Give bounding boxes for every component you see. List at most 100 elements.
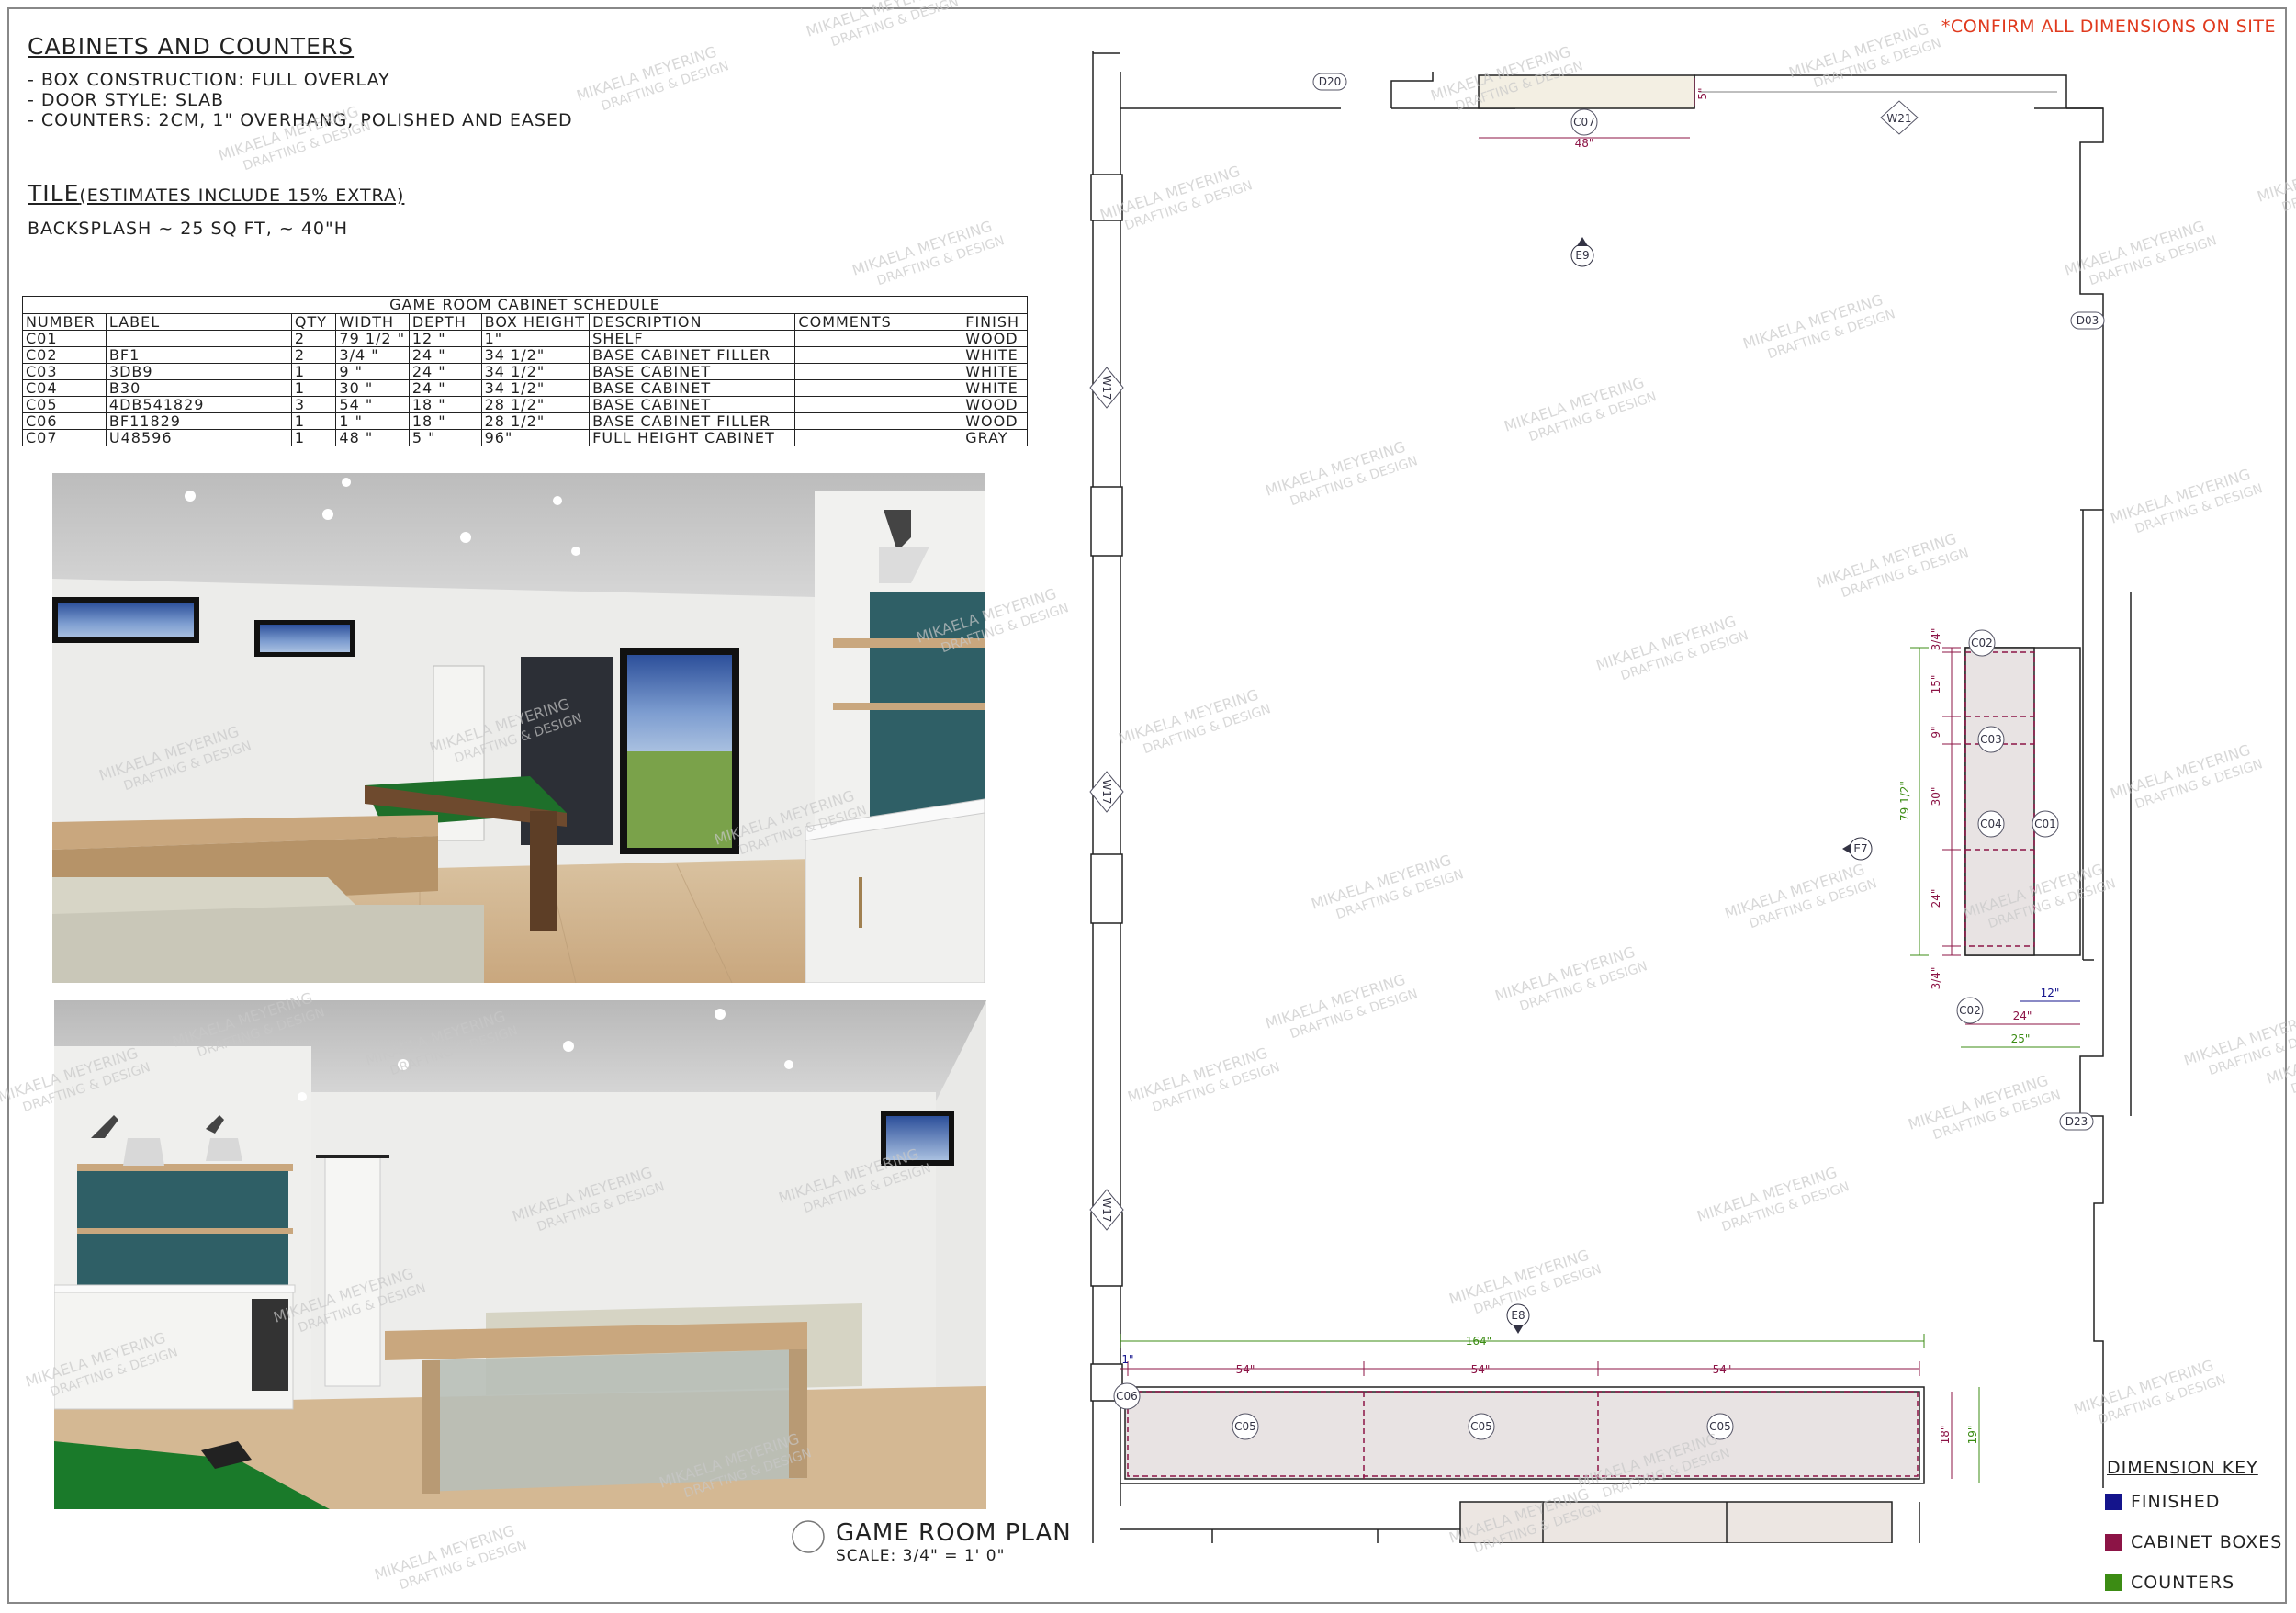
- note-box-construction: - Box construction: full overlay: [28, 70, 390, 90]
- cabinets-heading: Cabinets and Counters: [28, 33, 355, 60]
- col-depth: Depth: [408, 313, 482, 331]
- schedule-cell: Shelf: [589, 330, 796, 347]
- key-row-cabinet-boxes: Cabinet Boxes: [2105, 1532, 2282, 1552]
- schedule-cell: 54 ": [335, 396, 410, 413]
- tag-c03: C03: [1980, 733, 2002, 746]
- backsplash-note: Backsplash ~ 25 sq ft, ~ 40"H: [28, 219, 349, 239]
- col-width: Width: [335, 313, 410, 331]
- schedule-cell: 34 1/2": [480, 346, 591, 364]
- schedule-cell: Wood: [962, 396, 1028, 413]
- dimension-key-title: Dimension Key: [2107, 1458, 2258, 1478]
- rendering-bar-view: [54, 1000, 986, 1509]
- tag-w17-a: W17: [1100, 375, 1113, 400]
- col-finish: Finish: [962, 313, 1028, 331]
- dim-right-9: 9": [1930, 726, 1942, 738]
- schedule-cell: C07: [22, 429, 107, 446]
- schedule-cell: [794, 412, 963, 430]
- schedule-body: C01 2 79 1/2 " 12 " 1" Shelf Wood C02 BF1 2 3/4 " 2…: [22, 330, 1028, 446]
- schedule-cell: BF1: [105, 346, 292, 364]
- tag-w17-b: W17: [1100, 779, 1113, 804]
- schedule-cell: 1: [290, 429, 337, 446]
- tag-c07: C07: [1573, 116, 1595, 129]
- schedule-cell: 2: [290, 330, 337, 347]
- dim-right-25: 25": [2011, 1032, 2031, 1045]
- schedule-cell: 48 ": [335, 429, 410, 446]
- schedule-cell: [105, 330, 292, 347]
- schedule-cell: C02: [22, 346, 107, 364]
- schedule-cell: Wood: [962, 412, 1028, 430]
- schedule-cell: 3/4 ": [335, 346, 410, 364]
- tag-c06: C06: [1116, 1390, 1138, 1403]
- tag-c02-bottom: C02: [1959, 1004, 1981, 1017]
- col-number: Number: [22, 313, 107, 331]
- schedule-cell: C06: [22, 412, 107, 430]
- col-comments: Comments: [794, 313, 963, 331]
- schedule-cell: Base Cabinet Filler: [589, 346, 796, 364]
- schedule-cell: [794, 429, 963, 446]
- schedule-cell: Base Cabinet Filler: [589, 412, 796, 430]
- key-row-counters: Counters: [2105, 1573, 2234, 1593]
- dim-right-24: 24": [1930, 889, 1942, 908]
- dim-right-total: 79 1/2": [1898, 781, 1911, 821]
- schedule-cell: B30: [105, 379, 292, 397]
- key-label-finished: Finished: [2131, 1492, 2221, 1512]
- plan-scale: Scale: 3/4" = 1' 0": [836, 1547, 1006, 1565]
- tag-c05-a: C05: [1234, 1420, 1256, 1433]
- note-counters: - Counters: 2cm, 1" overhang, polished a…: [28, 110, 573, 130]
- cabinet-schedule-table: Game Room Cabinet Schedule Number Label …: [22, 296, 1028, 446]
- plan-title: Game Room Plan: [836, 1519, 1072, 1547]
- schedule-cell: 4DB541829: [105, 396, 292, 413]
- schedule-cell: 2: [290, 346, 337, 364]
- tag-e9: E9: [1575, 249, 1589, 262]
- dim-bottom-19: 19": [1966, 1426, 1979, 1445]
- watermark-line2: DRAFTING & DESIGN: [2290, 1042, 2296, 1097]
- tag-d03: D03: [2077, 314, 2099, 327]
- note-door-style: - Door style: slab: [28, 90, 225, 110]
- schedule-cell: 18 ": [408, 412, 482, 430]
- schedule-cell: 1: [290, 363, 337, 380]
- tag-w17-c: W17: [1100, 1197, 1113, 1222]
- col-box-height: Box Height: [480, 313, 591, 331]
- col-label: Label: [105, 313, 292, 331]
- key-row-finished: Finished: [2105, 1492, 2220, 1512]
- schedule-cell: C04: [22, 379, 107, 397]
- dim-right-15: 15": [1930, 675, 1942, 694]
- schedule-cell: 3DB9: [105, 363, 292, 380]
- dim-right-34b: 3/4": [1930, 967, 1942, 990]
- key-label-counters: Counters: [2131, 1573, 2235, 1593]
- schedule-cell: 1": [480, 330, 591, 347]
- schedule-cell: 3: [290, 396, 337, 413]
- schedule-cell: 28 1/2": [480, 412, 591, 430]
- schedule-cell: 28 1/2": [480, 396, 591, 413]
- schedule-cell: 1: [290, 412, 337, 430]
- schedule-cell: U48596: [105, 429, 292, 446]
- schedule-row: C05 4DB541829 3 54 " 18 " 28 1/2" Base Cabinet…: [22, 396, 1028, 413]
- col-description: Description: [589, 313, 796, 331]
- tag-e7: E7: [1853, 842, 1867, 855]
- schedule-cell: C03: [22, 363, 107, 380]
- col-qty: Qty: [290, 313, 337, 331]
- schedule-cell: 1 ": [335, 412, 410, 430]
- dim-bottom-164: 164": [1466, 1335, 1491, 1348]
- key-swatch-finished: [2105, 1494, 2122, 1510]
- schedule-cell: C01: [22, 330, 107, 347]
- game-room-floor-plan: 48" 5" 3/4" 15" 9" 30" 24" 3/4" 79 1/2" …: [1047, 37, 2287, 1544]
- schedule-cell: White: [962, 379, 1028, 397]
- tag-c04: C04: [1980, 818, 2002, 830]
- tag-d20: D20: [1319, 75, 1342, 88]
- schedule-cell: Full Height Cabinet: [589, 429, 796, 446]
- schedule-row: C01 2 79 1/2 " 12 " 1" Shelf Wood: [22, 330, 1028, 347]
- confirm-note: *Confirm all dimensions on site: [1941, 17, 2276, 37]
- schedule-cell: White: [962, 363, 1028, 380]
- tag-c05-c: C05: [1709, 1420, 1731, 1433]
- schedule-cell: 12 ": [408, 330, 482, 347]
- schedule-cell: 34 1/2": [480, 363, 591, 380]
- tag-e8: E8: [1511, 1309, 1525, 1322]
- schedule-cell: C05: [22, 396, 107, 413]
- schedule-header-row: Number Label Qty Width Depth Box Height …: [22, 313, 1028, 331]
- tag-c01: C01: [2034, 818, 2056, 830]
- key-swatch-cabinet-boxes: [2105, 1534, 2122, 1551]
- dim-right-30: 30": [1930, 787, 1942, 806]
- schedule-row: C02 BF1 2 3/4 " 24 " 34 1/2" Base Cabinet Fill…: [22, 346, 1028, 364]
- schedule-cell: [794, 396, 963, 413]
